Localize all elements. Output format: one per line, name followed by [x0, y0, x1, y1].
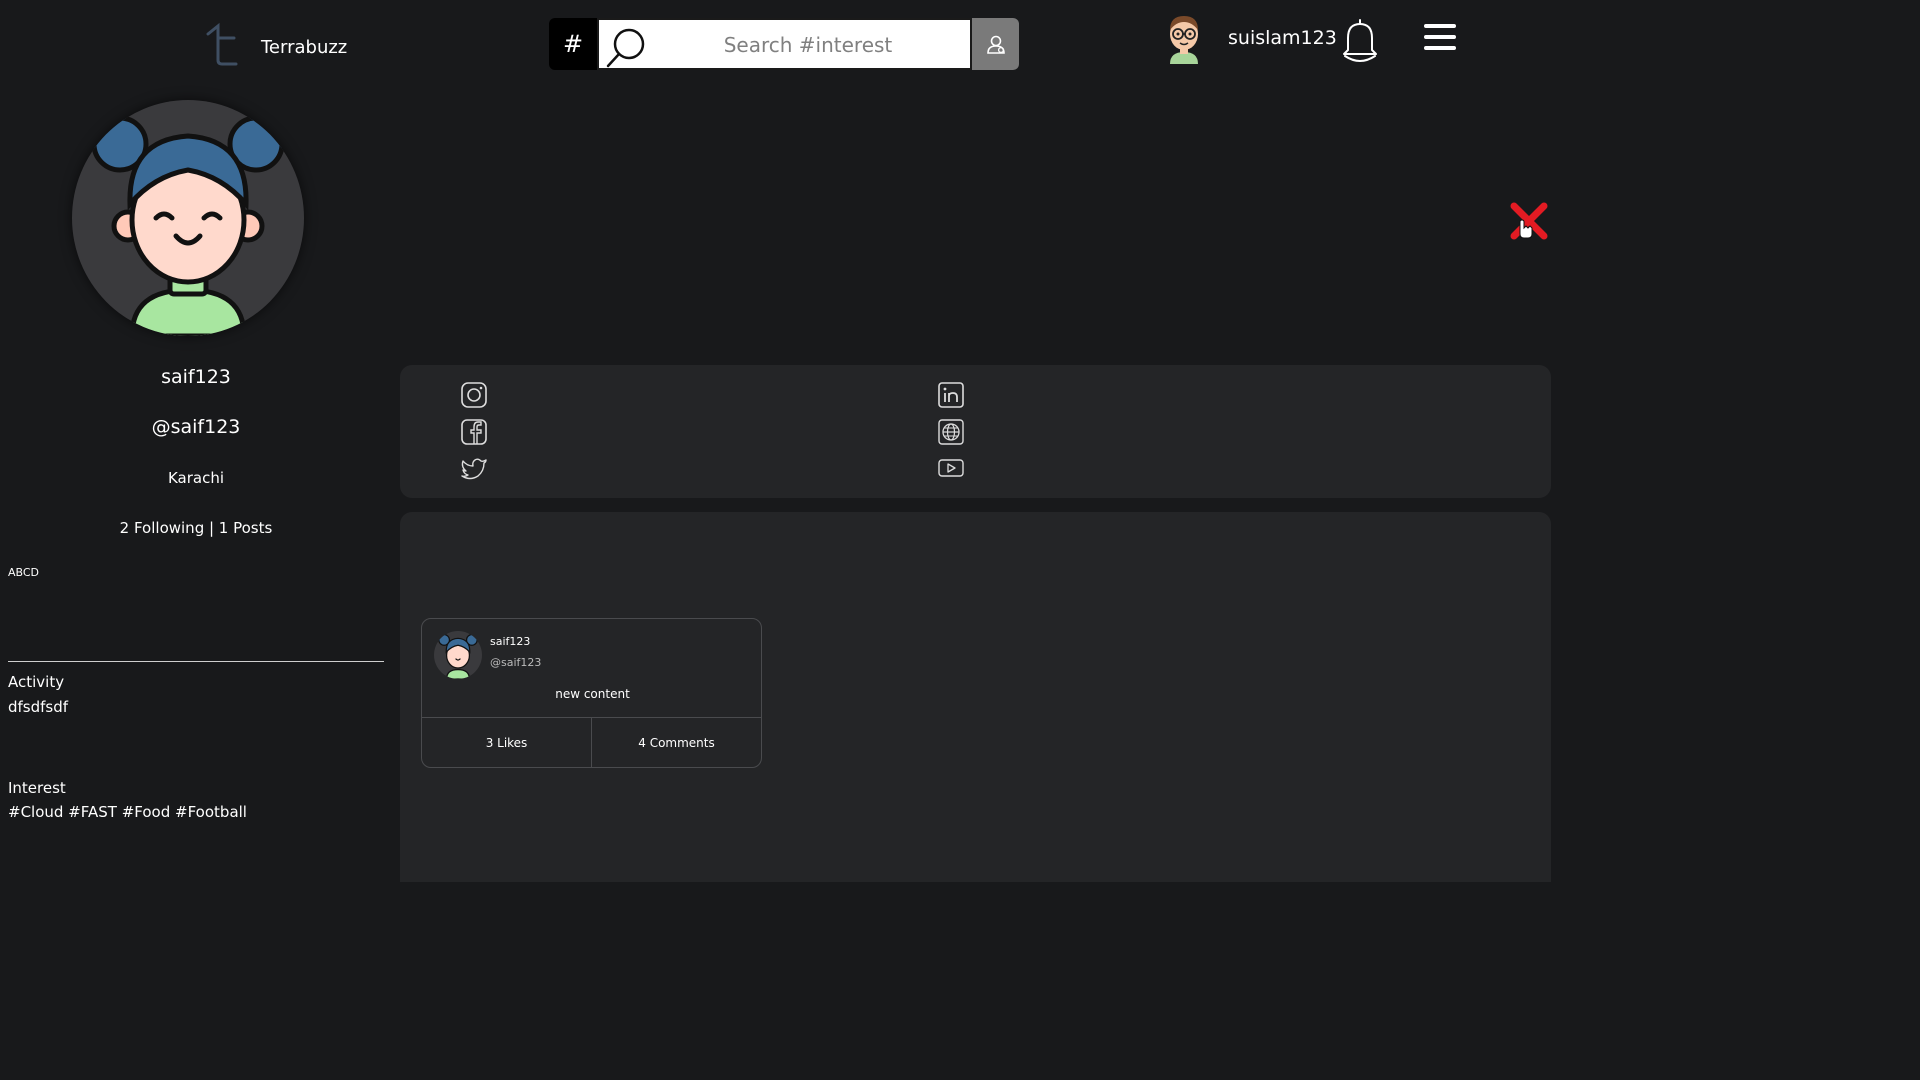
girl-avatar-icon: [438, 634, 478, 679]
search-box: [597, 18, 972, 70]
globe-icon[interactable]: [937, 418, 965, 446]
interest-title: Interest: [8, 779, 66, 797]
close-icon[interactable]: [1508, 200, 1550, 242]
post-author-name[interactable]: saif123: [490, 635, 530, 648]
profile-city: Karachi: [167, 469, 225, 487]
profile-name: saif123: [161, 366, 231, 388]
girl-avatar-icon: [91, 115, 285, 336]
user-icon: [986, 35, 1005, 54]
profile-bio: ABCD: [8, 566, 40, 579]
search-icon: [606, 28, 645, 68]
activity-value: dfsdfsdf: [8, 698, 69, 716]
facebook-icon[interactable]: [460, 418, 488, 446]
post-avatar[interactable]: [434, 631, 482, 679]
user-search-button[interactable]: [972, 18, 1019, 70]
linkedin-icon[interactable]: [937, 381, 965, 409]
likes-button[interactable]: 3 Likes: [422, 718, 592, 767]
profile-avatar: [72, 100, 304, 336]
top-header: Terrabuzz # suislam123: [0, 0, 1568, 90]
profile-stats[interactable]: 2 Following | 1 Posts: [0, 519, 392, 537]
post-author-handle: @saif123: [490, 656, 542, 669]
search-bar: #: [549, 18, 1019, 70]
notification-bell-icon[interactable]: [1340, 16, 1380, 64]
hash-button[interactable]: #: [549, 18, 597, 70]
hamburger-menu-icon[interactable]: [1424, 24, 1458, 56]
interest-tags[interactable]: #Cloud #FAST #Food #Football: [8, 803, 247, 821]
activity-title: Activity: [8, 673, 65, 691]
brand-name[interactable]: Terrabuzz: [261, 37, 347, 58]
social-links-panel: [400, 365, 1551, 498]
header-username[interactable]: suislam123: [1228, 27, 1337, 49]
twitter-icon[interactable]: [460, 454, 488, 482]
terrabuzz-logo-icon[interactable]: [204, 22, 244, 68]
header-avatar-icon[interactable]: [1162, 12, 1206, 64]
search-input[interactable]: [653, 28, 963, 62]
post-card[interactable]: saif123 @saif123 new content 3 Likes 4 C…: [421, 618, 762, 768]
youtube-icon[interactable]: [937, 454, 965, 482]
instagram-icon[interactable]: [460, 381, 488, 409]
post-content: new content: [555, 687, 630, 701]
post-actions: 3 Likes 4 Comments: [422, 717, 761, 767]
section-divider: [8, 661, 384, 662]
profile-handle: @saif123: [151, 416, 241, 438]
comments-button[interactable]: 4 Comments: [592, 718, 761, 767]
